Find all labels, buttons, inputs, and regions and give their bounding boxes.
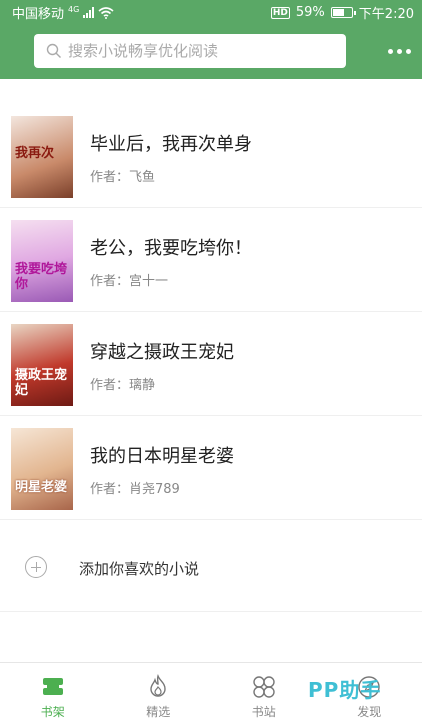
book-cover[interactable]: 摄政王宠妃 — [11, 324, 73, 406]
book-item[interactable]: 摄政王宠妃 穿越之摄政王宠妃 作者：璃静 — [0, 312, 422, 416]
tab-label: 发现 — [357, 705, 382, 719]
watermark-logo: PP助手 — [308, 678, 382, 702]
book-item[interactable]: 我再次 毕业后，我再次单身 作者：飞鱼 — [0, 104, 422, 208]
add-novel-row[interactable]: 添加你喜欢的小说 — [0, 520, 422, 612]
search-icon — [46, 43, 61, 58]
carrier-label: 中国移动 — [12, 7, 65, 22]
signal-icon — [83, 7, 95, 18]
book-item[interactable]: 明星老婆 我的日本明星老婆 作者：肖尧789 — [0, 416, 422, 520]
bookshelf-list: 我再次 毕业后，我再次单身 作者：飞鱼 我要吃垮你 老公，我要吃垮你！ 作者：宫… — [0, 104, 422, 520]
book-cover[interactable]: 我要吃垮你 — [11, 220, 73, 302]
tab-label: 精选 — [146, 705, 171, 719]
book-author: 作者：肖尧789 — [90, 482, 180, 497]
wifi-icon — [98, 6, 114, 19]
more-dot-icon — [387, 48, 393, 54]
bookshelf-icon — [42, 678, 63, 695]
cover-title: 我要吃垮你 — [15, 262, 68, 292]
clock: 下午2:20 — [358, 7, 414, 22]
more-dot-icon — [405, 48, 411, 54]
status-bar: 中国移动 4G HD 59% 下午2:20 — [0, 0, 422, 22]
more-options-button[interactable] — [384, 44, 414, 58]
book-author: 作者：宫十一 — [90, 274, 169, 289]
add-novel-label: 添加你喜欢的小说 — [79, 560, 200, 578]
tab-bookshelf[interactable]: 书架 — [0, 663, 106, 720]
hd-badge: HD — [270, 6, 290, 19]
network-label: 4G — [68, 5, 80, 14]
tab-bookstore[interactable]: 书站 — [211, 663, 317, 720]
cover-title: 我再次 — [15, 146, 55, 161]
book-title: 我的日本明星老婆 — [90, 446, 234, 467]
book-author: 作者：飞鱼 — [90, 170, 156, 185]
search-box[interactable] — [34, 34, 346, 68]
book-title: 老公，我要吃垮你！ — [90, 238, 252, 259]
book-title: 毕业后，我再次单身 — [90, 134, 252, 155]
more-dot-icon — [396, 48, 402, 54]
book-title: 穿越之摄政王宠妃 — [90, 342, 234, 363]
cover-title: 摄政王宠妃 — [15, 368, 68, 398]
flame-icon — [150, 673, 166, 697]
book-item[interactable]: 我要吃垮你 老公，我要吃垮你！ 作者：宫十一 — [0, 208, 422, 312]
tab-featured[interactable]: 精选 — [106, 663, 212, 720]
cover-title: 明星老婆 — [15, 480, 68, 495]
tab-label: 书站 — [251, 705, 276, 719]
book-cover[interactable]: 我再次 — [11, 116, 73, 198]
battery-percent: 59% — [295, 5, 325, 20]
search-input[interactable] — [68, 42, 338, 60]
book-cover[interactable]: 明星老婆 — [11, 428, 73, 510]
plus-icon — [25, 556, 47, 578]
grid-icon — [253, 676, 275, 698]
book-author: 作者：璃静 — [90, 378, 156, 393]
battery-icon — [330, 7, 356, 18]
tab-label: 书架 — [40, 705, 65, 719]
app-header: 中国移动 4G HD 59% 下午2:20 — [0, 0, 422, 79]
